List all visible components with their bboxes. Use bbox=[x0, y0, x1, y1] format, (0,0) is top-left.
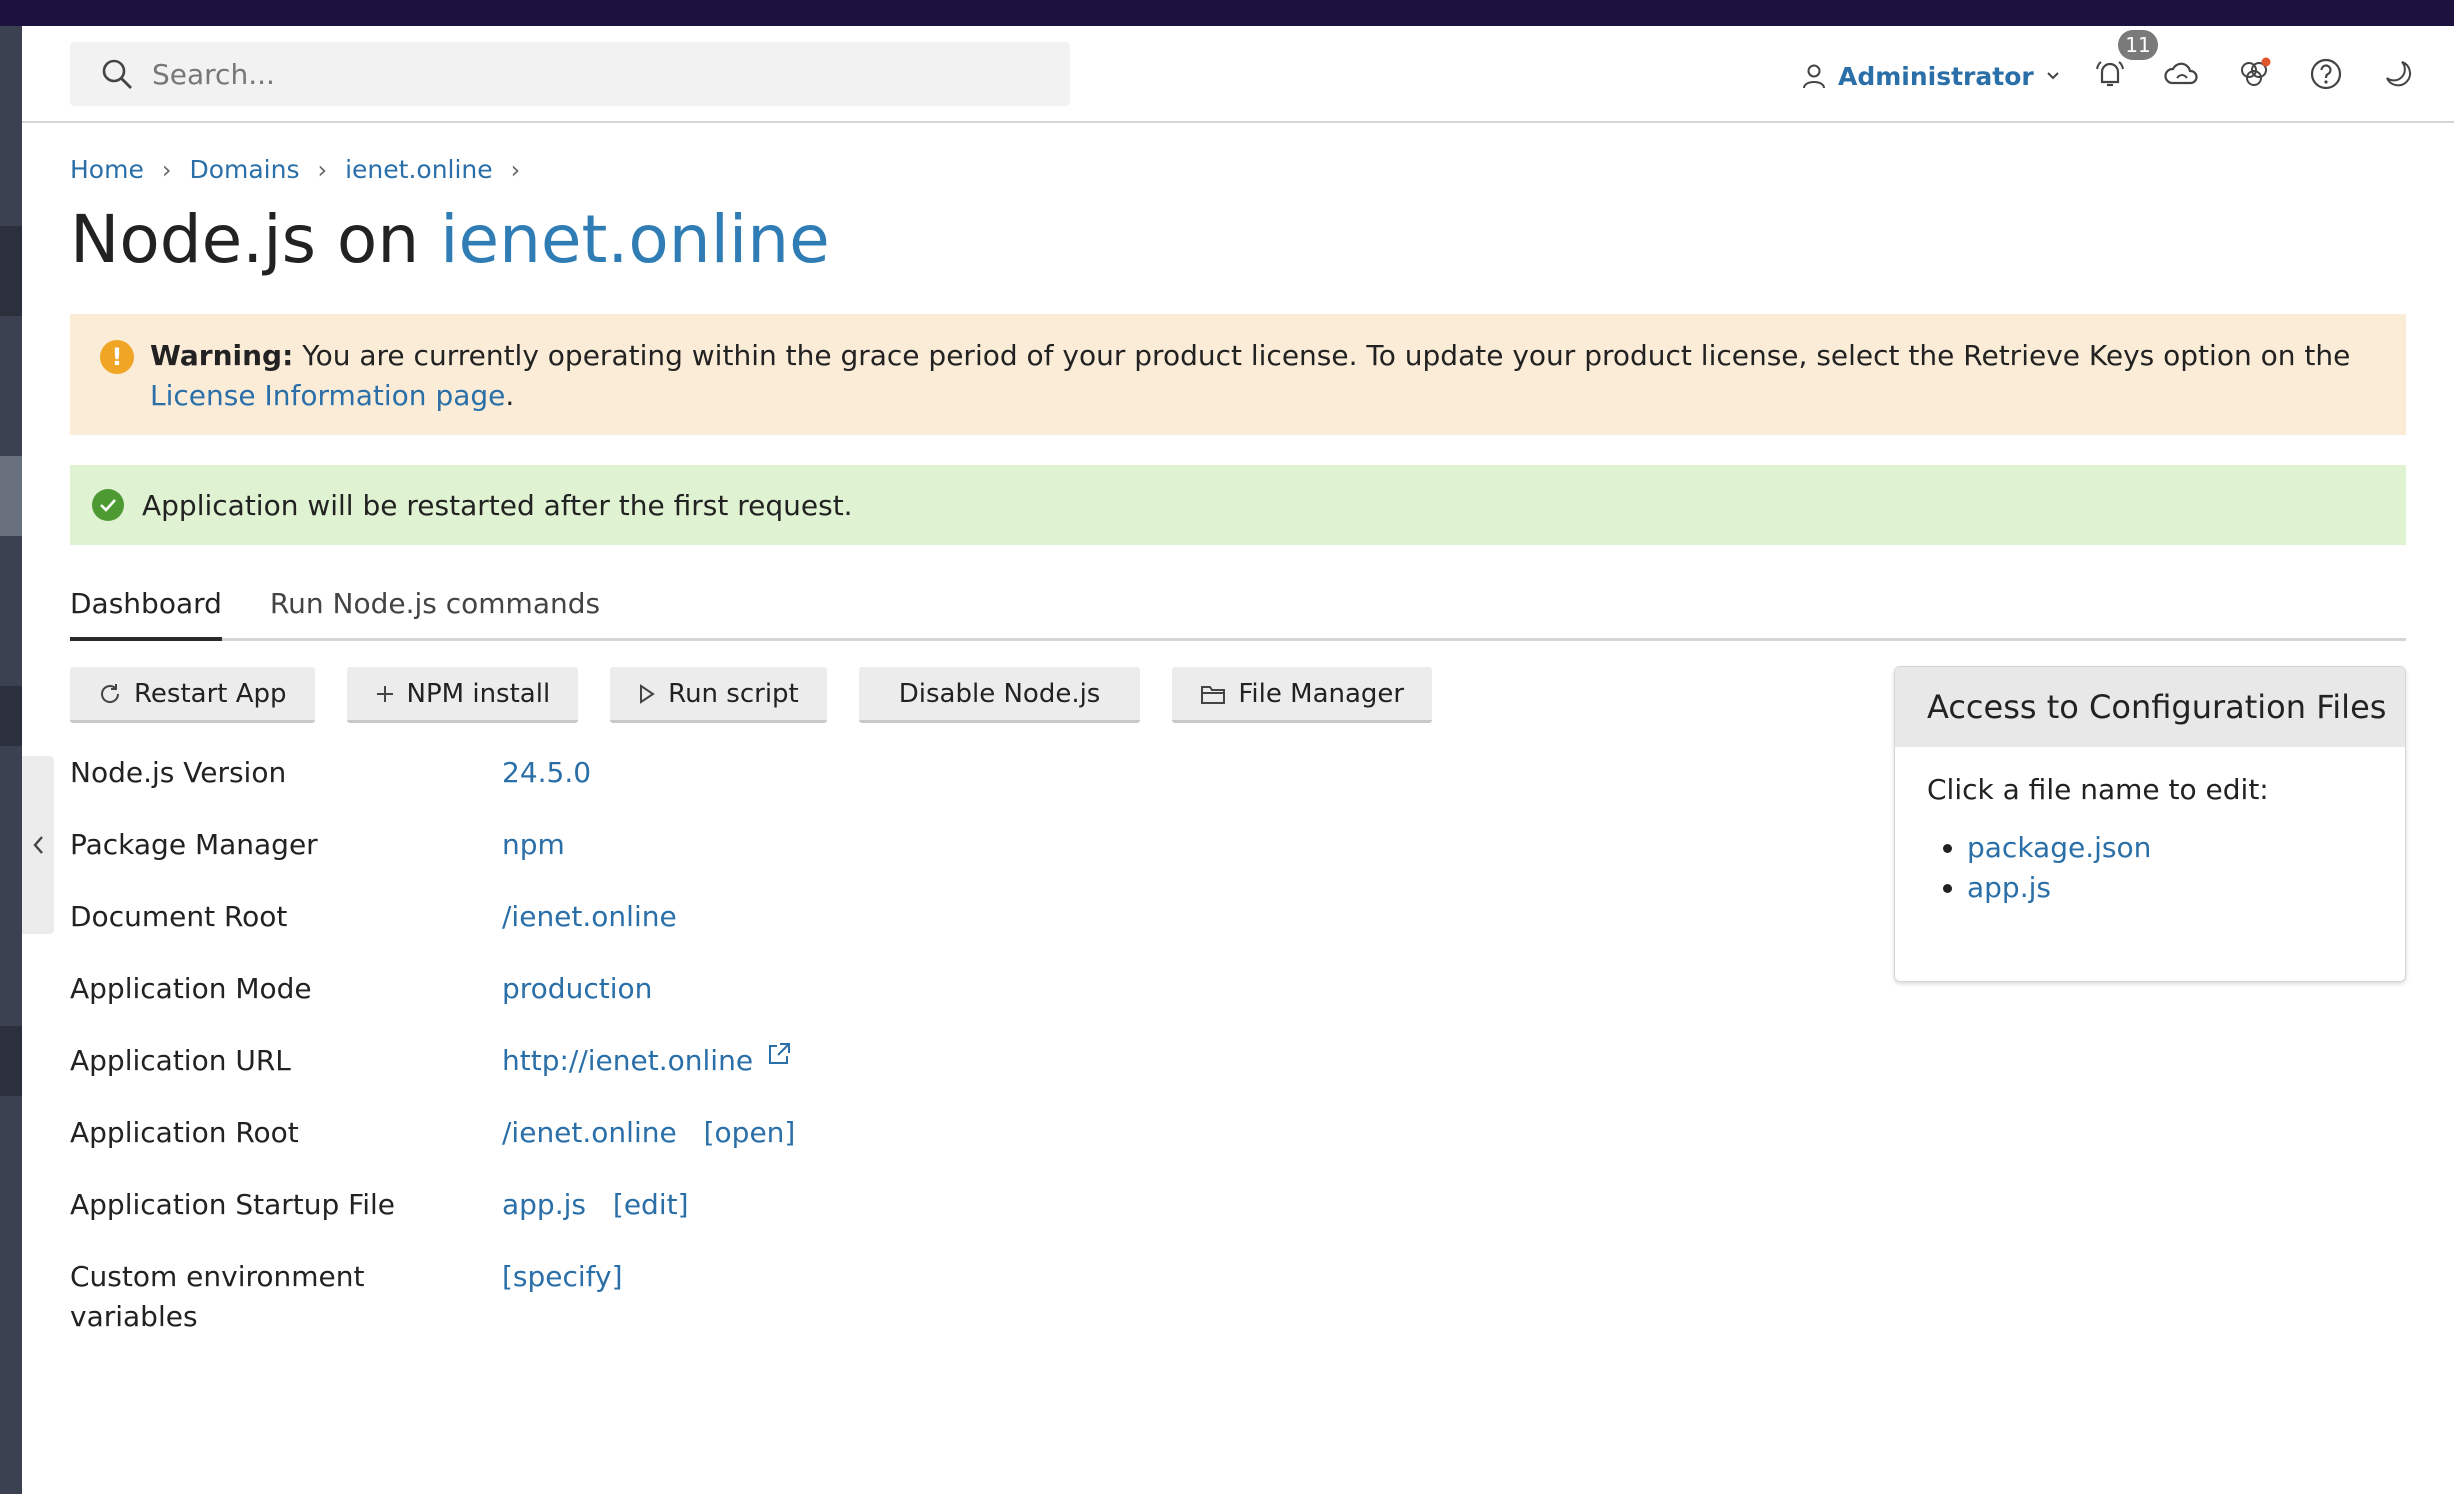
cloud-button[interactable] bbox=[2162, 54, 2202, 94]
chevron-right-icon: › bbox=[161, 155, 172, 184]
package-json-link[interactable]: package.json bbox=[1967, 831, 2151, 864]
left-sidebar-collapsed bbox=[0, 26, 22, 1494]
breadcrumb: Home › Domains › ienet.online › bbox=[70, 155, 520, 184]
page-title-domain: ienet.online bbox=[440, 201, 830, 278]
breadcrumb-home[interactable]: Home bbox=[70, 155, 144, 184]
sidebar-block bbox=[0, 686, 22, 746]
startup-file-edit-link[interactable]: [edit] bbox=[613, 1188, 689, 1221]
license-warning: ! Warning: You are currently operating w… bbox=[70, 314, 2406, 435]
success-text: Application will be restarted after the … bbox=[142, 488, 853, 522]
folder-icon bbox=[1201, 685, 1226, 704]
list-item: package.json bbox=[1967, 828, 2373, 868]
config-files-list: package.json app.js bbox=[1927, 828, 2373, 908]
document-root-link[interactable]: /ienet.online bbox=[502, 897, 677, 937]
disable-nodejs-label: Disable Node.js bbox=[898, 678, 1101, 709]
warning-tail: . bbox=[505, 379, 515, 412]
detail-label: Application Root bbox=[70, 1116, 299, 1149]
notification-badge: 11 bbox=[2118, 30, 2158, 60]
chevron-right-icon: › bbox=[317, 155, 328, 184]
action-toolbar: Restart App NPM install Run script Disab… bbox=[70, 667, 1433, 723]
detail-label: Application Mode bbox=[70, 972, 312, 1005]
startup-file-value: app.js [edit] bbox=[502, 1185, 689, 1225]
sidebar-block bbox=[0, 1026, 22, 1096]
chevron-down-icon bbox=[2047, 72, 2059, 80]
detail-label: Custom environment variables bbox=[70, 1257, 470, 1337]
tab-dashboard[interactable]: Dashboard bbox=[70, 583, 222, 641]
config-files-body: Click a file name to edit: package.json … bbox=[1895, 747, 2405, 934]
user-icon bbox=[1803, 64, 1825, 89]
app-root-value: /ienet.online [open] bbox=[502, 1113, 795, 1153]
detail-label: Document Root bbox=[70, 900, 288, 933]
moon-icon bbox=[2386, 61, 2412, 87]
notifications-button[interactable] bbox=[2090, 54, 2130, 94]
cloud-icon bbox=[2164, 62, 2198, 85]
warning-label: Warning: bbox=[150, 339, 294, 372]
bell-icon bbox=[2096, 61, 2124, 87]
sidebar-block-active bbox=[0, 456, 22, 536]
npm-install-label: NPM install bbox=[406, 678, 551, 709]
app-url-value: http://ienet.online bbox=[502, 1041, 792, 1081]
play-icon bbox=[640, 683, 655, 704]
help-icon bbox=[2310, 58, 2342, 90]
nodejs-version-link[interactable]: 24.5.0 bbox=[502, 753, 591, 793]
env-vars-label-line1: Custom environment bbox=[70, 1260, 365, 1293]
tab-bar: Dashboard Run Node.js commands bbox=[70, 583, 2406, 641]
startup-file-link[interactable]: app.js bbox=[502, 1188, 586, 1221]
plus-icon bbox=[376, 685, 393, 702]
env-vars-label-line2: variables bbox=[70, 1300, 198, 1333]
warning-icon: ! bbox=[100, 340, 134, 374]
theme-toggle-button[interactable] bbox=[2378, 54, 2418, 94]
page-title-prefix: Node.js on bbox=[70, 201, 420, 278]
list-item: app.js bbox=[1967, 868, 2373, 908]
user-menu[interactable]: Administrator bbox=[1802, 56, 2060, 96]
app-js-link[interactable]: app.js bbox=[1967, 871, 2051, 904]
sidebar-toggle-button[interactable] bbox=[22, 756, 54, 934]
chevron-right-icon: › bbox=[510, 155, 521, 184]
app-root-open-link[interactable]: [open] bbox=[704, 1116, 796, 1149]
license-info-link[interactable]: License Information page bbox=[150, 379, 505, 412]
breadcrumb-domains[interactable]: Domains bbox=[189, 155, 299, 184]
npm-install-button[interactable]: NPM install bbox=[346, 667, 579, 723]
file-manager-button[interactable]: File Manager bbox=[1172, 667, 1433, 723]
app-url-link[interactable]: http://ienet.online bbox=[502, 1044, 753, 1077]
config-files-title: Access to Configuration Files bbox=[1895, 667, 2405, 747]
sidebar-block bbox=[0, 226, 22, 316]
warning-text: You are currently operating within the g… bbox=[302, 339, 2351, 372]
help-button[interactable] bbox=[2306, 54, 2346, 94]
extensions-button[interactable] bbox=[2234, 54, 2274, 94]
extensions-icon bbox=[2241, 57, 2271, 86]
user-name: Administrator bbox=[1838, 61, 2034, 91]
env-vars-specify-link[interactable]: [specify] bbox=[502, 1257, 623, 1297]
search-icon bbox=[102, 59, 132, 89]
check-circle-icon bbox=[92, 489, 124, 521]
config-files-panel: Access to Configuration Files Click a fi… bbox=[1894, 666, 2406, 982]
detail-label: Node.js Version bbox=[70, 756, 287, 789]
app-root-link[interactable]: /ienet.online bbox=[502, 1116, 677, 1149]
external-link-icon[interactable] bbox=[766, 1041, 792, 1067]
page-title: Node.js on ienet.online bbox=[70, 201, 830, 278]
restart-app-label: Restart App bbox=[134, 678, 287, 709]
success-message: Application will be restarted after the … bbox=[70, 465, 2406, 545]
refresh-icon bbox=[101, 683, 120, 703]
app-mode-link[interactable]: production bbox=[502, 969, 652, 1009]
config-files-hint: Click a file name to edit: bbox=[1927, 773, 2269, 806]
search-input[interactable] bbox=[152, 57, 1032, 91]
detail-label: Application Startup File bbox=[70, 1188, 396, 1221]
package-manager-link[interactable]: npm bbox=[502, 825, 565, 865]
run-script-label: Run script bbox=[668, 678, 799, 709]
chevron-left-icon bbox=[33, 836, 43, 854]
breadcrumb-domain[interactable]: ienet.online bbox=[345, 155, 493, 184]
disable-nodejs-button[interactable]: Disable Node.js bbox=[858, 667, 1141, 723]
detail-label: Package Manager bbox=[70, 828, 318, 861]
file-manager-label: File Manager bbox=[1238, 678, 1405, 709]
top-header: Administrator 11 bbox=[22, 26, 2454, 123]
search-box[interactable] bbox=[70, 42, 1070, 106]
restart-app-button[interactable]: Restart App bbox=[70, 667, 315, 723]
detail-label: Application URL bbox=[70, 1044, 291, 1077]
browser-top-bar bbox=[0, 0, 2454, 26]
run-script-button[interactable]: Run script bbox=[610, 667, 827, 723]
tab-run-commands[interactable]: Run Node.js commands bbox=[270, 583, 600, 641]
